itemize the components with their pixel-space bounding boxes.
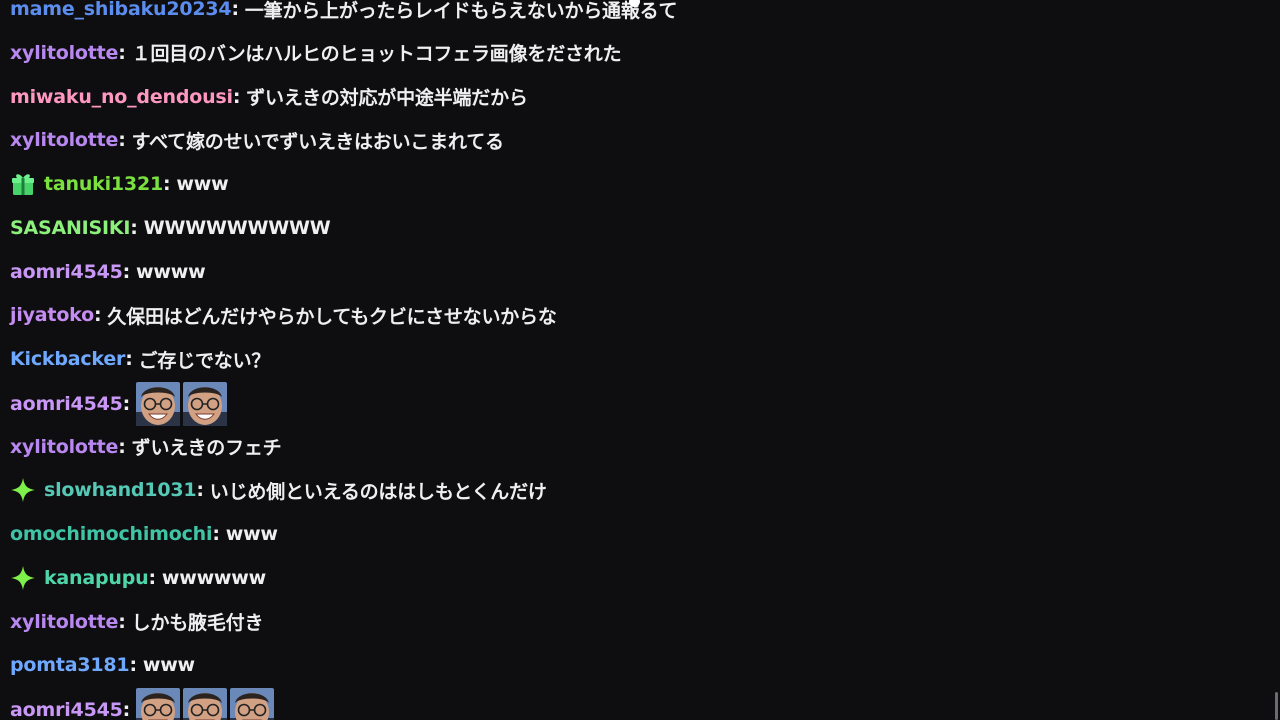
chat-message-text: いじめ側といえるのははしもとくんだけ (209, 480, 547, 503)
chat-message: mame_shibaku20234: 一筆から上がったらレイドもらえないから通報る… (10, 0, 677, 24)
chat-message: miwaku_no_dendousi: ずいえきの対応が中途半端だから (10, 82, 528, 112)
chat-message-text: WWWWWWWWW (143, 216, 331, 239)
chat-separator: : (196, 479, 204, 502)
chat-username[interactable]: tanuki1321 (44, 173, 163, 195)
chat-message-text: www (225, 523, 278, 545)
chat-separator: : (122, 699, 131, 720)
chat-message: jiyatoko: 久保田はどんだけやらかしてもクビにさせないからな (10, 300, 557, 330)
chat-message: xylitolotte:１回目のバンはハルヒのヒョットコフェラ画像をだされた (10, 38, 622, 68)
face-emote-icon[interactable] (183, 688, 228, 720)
chat-feed: mame_shibaku20234: 一筆から上がったらレイドもらえないから通報る… (0, 0, 1280, 720)
chat-message-text: すべて嫁のせいでずいえきはおいこまれてる (131, 130, 504, 153)
chat-message: slowhand1031: いじめ側といえるのははしもとくんだけ (10, 475, 547, 505)
chat-username[interactable]: SASANISIKI (10, 217, 130, 239)
chat-separator: : (93, 304, 102, 327)
chat-message-text: www (176, 173, 229, 195)
chat-username[interactable]: aomri4545 (10, 261, 123, 283)
chat-username[interactable]: Kickbacker (10, 348, 125, 370)
chat-message: aomri4545: wwww (10, 257, 206, 287)
chat-separator: : (231, 0, 239, 20)
chat-username[interactable]: miwaku_no_dendousi (10, 86, 233, 108)
chat-separator: : (118, 129, 126, 152)
chat-message: aomri4545: (10, 381, 230, 427)
chat-username[interactable]: slowhand1031 (44, 479, 197, 501)
chat-separator: : (118, 41, 126, 64)
chat-message: aomri4545: (10, 687, 277, 720)
chat-message-text: ご存じでない？ (138, 349, 271, 372)
sparkle-icon (10, 565, 36, 591)
face-emote-icon[interactable] (136, 688, 181, 720)
chat-username[interactable]: xylitolotte (10, 436, 118, 458)
face-emote-icon[interactable] (230, 688, 275, 720)
chat-message: xylitolotte: しかも腋毛付き (10, 607, 263, 637)
chat-message-text: １回目のバンはハルヒのヒョットコフェラ画像をだされた (131, 43, 622, 66)
chat-separator: : (122, 392, 131, 415)
chat-message-text: www (142, 654, 195, 677)
chat-username[interactable]: xylitolotte (10, 42, 118, 64)
chat-username[interactable]: xylitolotte (10, 129, 118, 151)
chat-message-text: 一筆から上がったらレイドもらえないから通報るて (244, 0, 678, 22)
chat-username[interactable]: aomri4545 (10, 699, 123, 720)
chat-username[interactable]: xylitolotte (10, 611, 118, 633)
chat-separator: : (130, 216, 138, 239)
chat-message: omochimochimochi: www (10, 519, 278, 549)
chat-separator: : (232, 85, 241, 108)
chat-message: tanuki1321: www (10, 169, 229, 199)
chat-message-text: 久保田はどんだけやらかしてもクビにさせないからな (107, 305, 557, 328)
chat-message: xylitolotte: ずいえきのフェチ (10, 432, 282, 462)
chat-message: Kickbacker: ご存じでない？ (10, 344, 270, 374)
chat-message: xylitolotte: すべて嫁のせいでずいえきはおいこまれてる (10, 125, 504, 155)
chat-message: kanapupu: wwwwww (10, 563, 266, 593)
face-emote-icon[interactable] (136, 381, 181, 426)
chat-message: SASANISIKI: WWWWWWWWW (10, 213, 331, 243)
chat-separator: : (148, 566, 156, 589)
chat-username[interactable]: mame_shibaku20234 (10, 0, 232, 20)
chat-username[interactable]: jiyatoko (10, 304, 94, 326)
chat-separator: : (163, 173, 171, 195)
chat-separator: : (118, 435, 126, 458)
chat-username[interactable]: aomri4545 (10, 393, 123, 415)
chat-message-text: ずいえきの対応が中途半端だから (246, 87, 528, 109)
chat-message-text: ずいえきのフェチ (131, 437, 282, 459)
chat-message: pomta3181: www (10, 650, 195, 680)
chat-username[interactable]: omochimochimochi (10, 523, 213, 545)
chat-separator: : (125, 348, 133, 370)
face-emote-icon[interactable] (183, 381, 228, 426)
gift-icon (10, 171, 36, 197)
chat-separator: : (212, 523, 220, 545)
chat-message-text: しかも腋毛付き (131, 612, 264, 634)
chat-message-text: wwww (136, 260, 206, 283)
sparkle-icon (10, 477, 36, 503)
chat-separator: : (118, 610, 126, 633)
chat-separator: : (122, 260, 131, 283)
chat-username[interactable]: kanapupu (44, 567, 149, 589)
chat-username[interactable]: pomta3181 (10, 654, 130, 676)
chat-message-text: wwwwww (161, 566, 266, 589)
chat-separator: : (129, 654, 137, 677)
scrollbar[interactable] (1275, 692, 1278, 720)
